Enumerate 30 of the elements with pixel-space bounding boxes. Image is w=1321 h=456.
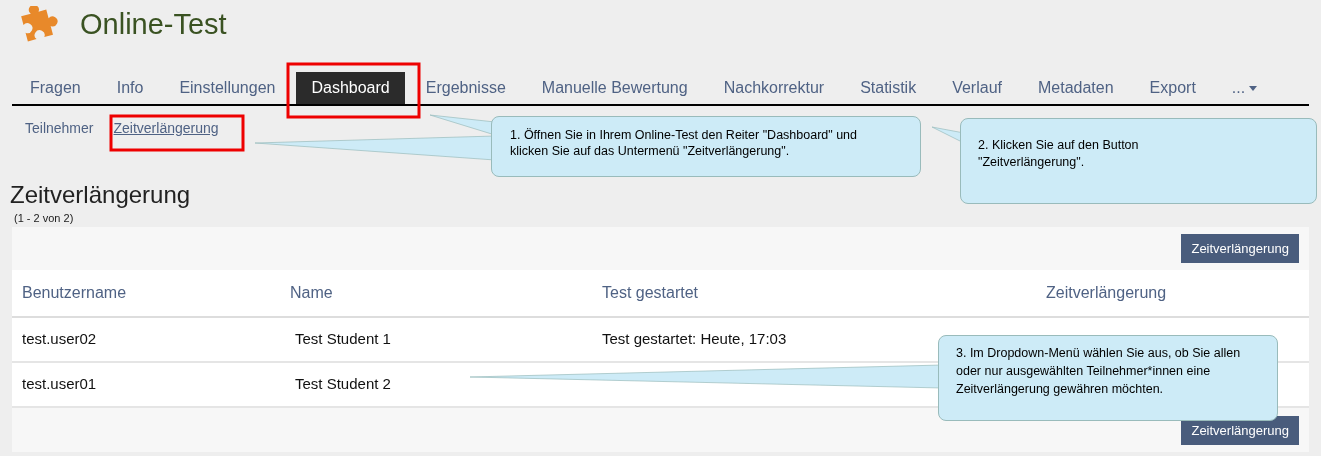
hint-tooltip: 1. Öffnen Sie in Ihrem Online-Test den Reiter "Dashboard" und klicken Sie auf das Untermenü "Zeitverlängerung".	[491, 116, 921, 177]
tab[interactable]: Einstellungen	[164, 72, 291, 104]
tab[interactable]: Ergebnisse	[410, 72, 521, 104]
table-cell-text: test.user02	[21, 330, 97, 348]
result-count: (1 - 2 von 2)	[14, 212, 74, 224]
tab[interactable]: Nachkorrektur	[708, 72, 840, 104]
table-cell-text: Test Student 1	[294, 330, 391, 348]
column-header: Zeitverlängerung	[1045, 284, 1167, 301]
tab[interactable]: Metadaten	[1023, 72, 1129, 104]
table-cell-text: Test Student 2	[294, 375, 391, 393]
tab[interactable]: Verlauf	[937, 72, 1017, 104]
tab[interactable]: Info	[101, 72, 159, 104]
tab[interactable]: Fragen	[15, 72, 96, 104]
table-cell-text: Test gestartet: Heute, 17:03	[601, 330, 787, 348]
subtab-link[interactable]: Teilnehmer	[25, 117, 94, 139]
tab[interactable]: Dashboard	[296, 72, 405, 104]
tab[interactable]: Manuelle Bewertung	[526, 72, 703, 104]
tab[interactable]: Statistik	[845, 72, 932, 104]
time-extension-button[interactable]: Zeitverlängerung	[1181, 234, 1299, 263]
hint-tooltip: 3. Im Dropdown-Menü wählen Sie aus, ob Sie allen oder nur ausgewählten Teilnehmer*innen eine Zeitverlängerung gewähren möchten.	[938, 335, 1278, 421]
column-header: Name	[289, 284, 333, 301]
section-heading: Zeitverlängerung	[10, 180, 191, 210]
subtab-link[interactable]: Zeitverlängerung	[113, 117, 219, 139]
table-cell-text: test.user01	[21, 375, 97, 393]
column-header: Test gestartet	[601, 284, 699, 301]
hint-tooltip: 2. Klicken Sie auf den Button "Zeitverlängerung".	[960, 118, 1317, 204]
tab[interactable]: Export	[1134, 72, 1211, 104]
page-title: Online-Test	[80, 7, 227, 43]
column-header: Benutzername	[21, 284, 127, 301]
tab[interactable]: ...	[1216, 72, 1273, 104]
